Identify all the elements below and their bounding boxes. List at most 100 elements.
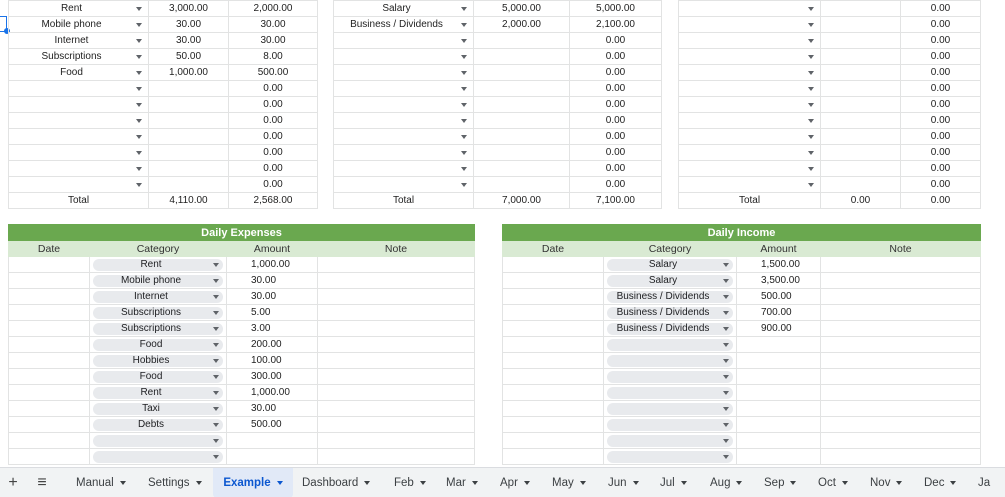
dropdown-arrow-icon[interactable] [461, 150, 467, 155]
dropdown-arrow-icon[interactable] [808, 86, 814, 91]
budget-cell[interactable] [820, 16, 901, 33]
amount-cell[interactable]: 200.00 [226, 336, 318, 353]
amount-cell[interactable]: 100.00 [226, 352, 318, 369]
category-dropdown-chip[interactable]: Subscriptions [93, 322, 223, 335]
date-cell[interactable] [502, 432, 604, 449]
category-cell[interactable]: Food [89, 368, 227, 385]
budget-cell[interactable] [148, 144, 229, 161]
sheet-tab-nov[interactable]: Nov [870, 468, 910, 497]
dropdown-arrow-icon[interactable] [213, 342, 219, 347]
all-sheets-menu-icon[interactable]: ≡ [30, 468, 54, 497]
dropdown-arrow-icon[interactable] [213, 326, 219, 331]
tab-menu-arrow-icon[interactable] [896, 480, 903, 485]
date-cell[interactable] [502, 368, 604, 385]
category-dropdown-cell[interactable] [333, 64, 474, 81]
dropdown-arrow-icon[interactable] [136, 86, 142, 91]
note-cell[interactable] [317, 400, 475, 417]
dropdown-arrow-icon[interactable] [723, 374, 729, 379]
note-cell[interactable] [317, 432, 475, 449]
budget-cell[interactable]: 50.00 [148, 48, 229, 65]
category-cell[interactable] [89, 448, 227, 465]
note-cell[interactable] [317, 448, 475, 465]
category-dropdown-chip[interactable]: Mobile phone [93, 274, 223, 287]
sheet-tab-mar[interactable]: Mar [446, 468, 484, 497]
budget-cell[interactable] [148, 176, 229, 193]
actual-cell[interactable]: 8.00 [228, 48, 318, 65]
category-dropdown-cell[interactable]: Salary [333, 0, 474, 17]
category-dropdown-cell[interactable] [333, 128, 474, 145]
dropdown-arrow-icon[interactable] [136, 6, 142, 11]
actual-cell[interactable]: 0.00 [569, 96, 662, 113]
category-dropdown-cell[interactable] [333, 112, 474, 129]
actual-cell[interactable]: 0.00 [569, 176, 662, 193]
dropdown-arrow-icon[interactable] [213, 278, 219, 283]
category-cell[interactable]: Mobile phone [89, 272, 227, 289]
category-dropdown-cell[interactable] [678, 144, 821, 161]
tab-menu-arrow-icon[interactable] [195, 480, 202, 485]
dropdown-arrow-icon[interactable] [213, 390, 219, 395]
category-dropdown-cell[interactable] [8, 176, 149, 193]
note-cell[interactable] [820, 272, 981, 289]
category-cell[interactable]: Business / Dividends [603, 320, 737, 337]
budget-cell[interactable] [148, 80, 229, 97]
category-dropdown-chip[interactable] [93, 434, 223, 447]
amount-cell[interactable] [736, 336, 821, 353]
dropdown-arrow-icon[interactable] [136, 150, 142, 155]
category-dropdown-chip[interactable]: Rent [93, 386, 223, 399]
date-cell[interactable] [8, 256, 90, 273]
dropdown-arrow-icon[interactable] [461, 118, 467, 123]
budget-cell[interactable]: 2,000.00 [473, 16, 570, 33]
sheet-tab-oct[interactable]: Oct [818, 468, 856, 497]
dropdown-arrow-icon[interactable] [213, 358, 219, 363]
budget-cell[interactable] [473, 80, 570, 97]
category-dropdown-chip[interactable] [93, 450, 223, 463]
dropdown-arrow-icon[interactable] [461, 134, 467, 139]
dropdown-arrow-icon[interactable] [461, 22, 467, 27]
sheet-tab-jul[interactable]: Jul [660, 468, 698, 497]
category-cell[interactable] [603, 448, 737, 465]
category-cell[interactable] [603, 400, 737, 417]
actual-cell[interactable]: 30.00 [228, 32, 318, 49]
amount-cell[interactable]: 30.00 [226, 272, 318, 289]
note-cell[interactable] [317, 416, 475, 433]
category-dropdown-chip[interactable]: Taxi [93, 402, 223, 415]
budget-cell[interactable] [473, 144, 570, 161]
actual-cell[interactable]: 30.00 [228, 16, 318, 33]
category-dropdown-cell[interactable]: Business / Dividends [333, 16, 474, 33]
dropdown-arrow-icon[interactable] [213, 406, 219, 411]
actual-cell[interactable]: 0.00 [900, 112, 981, 129]
actual-cell[interactable]: 2,100.00 [569, 16, 662, 33]
date-cell[interactable] [8, 320, 90, 337]
dropdown-arrow-icon[interactable] [808, 150, 814, 155]
sheet-tab-apr[interactable]: Apr [500, 468, 538, 497]
actual-cell[interactable]: 0.00 [900, 144, 981, 161]
tab-menu-arrow-icon[interactable] [841, 480, 848, 485]
dropdown-arrow-icon[interactable] [136, 182, 142, 187]
dropdown-arrow-icon[interactable] [136, 118, 142, 123]
dropdown-arrow-icon[interactable] [136, 102, 142, 107]
actual-cell[interactable]: 0.00 [569, 144, 662, 161]
budget-cell[interactable] [148, 160, 229, 177]
sheet-tab-may[interactable]: May [552, 468, 590, 497]
category-dropdown-cell[interactable]: Subscriptions [8, 48, 149, 65]
dropdown-arrow-icon[interactable] [213, 310, 219, 315]
date-cell[interactable] [8, 352, 90, 369]
category-dropdown-chip[interactable] [607, 370, 733, 383]
category-dropdown-cell[interactable]: Internet [8, 32, 149, 49]
dropdown-arrow-icon[interactable] [213, 422, 219, 427]
actual-cell[interactable]: 0.00 [569, 160, 662, 177]
category-dropdown-chip[interactable] [607, 434, 733, 447]
budget-cell[interactable] [473, 176, 570, 193]
actual-cell[interactable]: 0.00 [569, 80, 662, 97]
dropdown-arrow-icon[interactable] [461, 6, 467, 11]
category-dropdown-cell[interactable] [678, 16, 821, 33]
category-cell[interactable]: Hobbies [89, 352, 227, 369]
amount-cell[interactable] [736, 432, 821, 449]
category-dropdown-chip[interactable]: Debts [93, 418, 223, 431]
category-cell[interactable] [603, 352, 737, 369]
category-cell[interactable]: Debts [89, 416, 227, 433]
category-cell[interactable]: Rent [89, 256, 227, 273]
amount-cell[interactable]: 500.00 [226, 416, 318, 433]
category-cell[interactable] [603, 368, 737, 385]
tab-menu-arrow-icon[interactable] [419, 480, 426, 485]
